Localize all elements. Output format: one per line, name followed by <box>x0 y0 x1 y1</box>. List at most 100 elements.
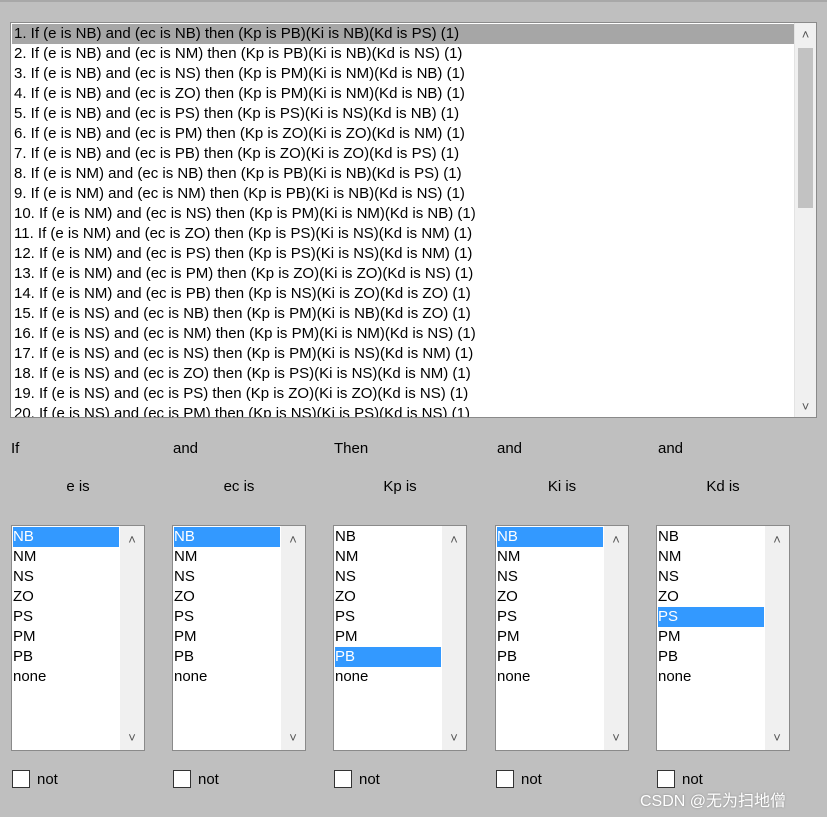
mf-option[interactable]: PM <box>13 627 119 647</box>
chevron-down-icon[interactable]: ˅ <box>120 726 144 748</box>
rule-item[interactable]: 8. If (e is NM) and (ec is NB) then (Kp … <box>12 164 795 184</box>
chevron-up-icon[interactable]: ˄ <box>795 23 816 45</box>
rule-item[interactable]: 2. If (e is NB) and (ec is NM) then (Kp … <box>12 44 795 64</box>
mf-option[interactable]: PM <box>658 627 764 647</box>
rule-list-scrollbar[interactable]: ˄ ˅ <box>794 23 816 417</box>
rule-item[interactable]: 9. If (e is NM) and (ec is NM) then (Kp … <box>12 184 795 204</box>
listbox-scrollbar[interactable]: ˄ ˅ <box>604 526 628 750</box>
mf-option[interactable]: NS <box>658 567 764 587</box>
mf-option[interactable]: PS <box>497 607 603 627</box>
mf-option[interactable]: ZO <box>497 587 603 607</box>
mf-option[interactable]: PM <box>174 627 280 647</box>
mf-option[interactable]: PS <box>658 607 764 627</box>
rule-item[interactable]: 19. If (e is NS) and (ec is PS) then (Kp… <box>12 384 795 404</box>
mf-option[interactable]: PB <box>13 647 119 667</box>
mf-option[interactable]: NB <box>174 527 280 547</box>
mf-option[interactable]: NS <box>13 567 119 587</box>
chevron-down-icon[interactable]: ˅ <box>795 395 816 417</box>
mf-option[interactable]: PS <box>13 607 119 627</box>
mf-option[interactable]: NM <box>497 547 603 567</box>
rule-item[interactable]: 10. If (e is NM) and (ec is NS) then (Kp… <box>12 204 795 224</box>
rule-item[interactable]: 11. If (e is NM) and (ec is ZO) then (Kp… <box>12 224 795 244</box>
mf-option[interactable]: PS <box>335 607 441 627</box>
mf-option[interactable]: NS <box>335 567 441 587</box>
mf-option[interactable]: ZO <box>13 587 119 607</box>
connector-and-1: and <box>173 440 199 457</box>
mf-option[interactable]: ZO <box>658 587 764 607</box>
chevron-up-icon[interactable]: ˄ <box>281 528 305 550</box>
mf-listbox-kd[interactable]: NB NM NS ZO PS PM PB none ˄ ˅ <box>656 525 790 751</box>
chevron-down-icon[interactable]: ˅ <box>604 726 628 748</box>
not-toggle-e[interactable]: not <box>12 768 58 790</box>
rule-item[interactable]: 6. If (e is NB) and (ec is PM) then (Kp … <box>12 124 795 144</box>
rule-item[interactable]: 13. If (e is NM) and (ec is PM) then (Kp… <box>12 264 795 284</box>
rule-list[interactable]: 1. If (e is NB) and (ec is NB) then (Kp … <box>10 22 817 418</box>
mf-option[interactable]: ZO <box>174 587 280 607</box>
mf-option[interactable]: NB <box>335 527 441 547</box>
not-label: not <box>198 770 219 788</box>
rule-item[interactable]: 17. If (e is NS) and (ec is NS) then (Kp… <box>12 344 795 364</box>
rule-item[interactable]: 14. If (e is NM) and (ec is PB) then (Kp… <box>12 284 795 304</box>
not-checkbox-ec[interactable] <box>173 770 191 788</box>
rule-item[interactable]: 5. If (e is NB) and (ec is PS) then (Kp … <box>12 104 795 124</box>
mf-option[interactable]: NM <box>13 547 119 567</box>
mf-option[interactable]: NB <box>658 527 764 547</box>
mf-option[interactable]: none <box>174 667 280 687</box>
mf-option[interactable]: NS <box>497 567 603 587</box>
rule-item[interactable]: 3. If (e is NB) and (ec is NS) then (Kp … <box>12 64 795 84</box>
mf-option[interactable]: PB <box>497 647 603 667</box>
mf-option[interactable]: ZO <box>335 587 441 607</box>
mf-option[interactable]: NM <box>174 547 280 567</box>
mf-option[interactable]: none <box>658 667 764 687</box>
mf-option[interactable]: PB <box>658 647 764 667</box>
listbox-scrollbar[interactable]: ˄ ˅ <box>120 526 144 750</box>
mf-option[interactable]: NM <box>335 547 441 567</box>
variable-label-kp: Kp is <box>383 478 417 495</box>
mf-list-items: NB NM NS ZO PS PM PB none <box>13 527 119 687</box>
mf-listbox-ki[interactable]: NB NM NS ZO PS PM PB none ˄ ˅ <box>495 525 629 751</box>
mf-option[interactable]: NB <box>497 527 603 547</box>
mf-list-items: NB NM NS ZO PS PM PB none <box>335 527 441 687</box>
chevron-down-icon[interactable]: ˅ <box>442 726 466 748</box>
chevron-up-icon[interactable]: ˄ <box>604 528 628 550</box>
not-toggle-kp[interactable]: not <box>334 768 380 790</box>
not-checkbox-ki[interactable] <box>496 770 514 788</box>
not-toggle-ki[interactable]: not <box>496 768 542 790</box>
not-checkbox-kd[interactable] <box>657 770 675 788</box>
chevron-up-icon[interactable]: ˄ <box>442 528 466 550</box>
mf-listbox-kp[interactable]: NB NM NS ZO PS PM PB none ˄ ˅ <box>333 525 467 751</box>
rule-item[interactable]: 4. If (e is NB) and (ec is ZO) then (Kp … <box>12 84 795 104</box>
rule-item[interactable]: 20. If (e is NS) and (ec is PM) then (Kp… <box>12 404 795 417</box>
chevron-down-icon[interactable]: ˅ <box>765 726 789 748</box>
rule-item[interactable]: 7. If (e is NB) and (ec is PB) then (Kp … <box>12 144 795 164</box>
listbox-scrollbar[interactable]: ˄ ˅ <box>765 526 789 750</box>
mf-option[interactable]: PM <box>335 627 441 647</box>
mf-listbox-e[interactable]: NB NM NS ZO PS PM PB none ˄ ˅ <box>11 525 145 751</box>
mf-option[interactable]: NB <box>13 527 119 547</box>
mf-option[interactable]: PM <box>497 627 603 647</box>
mf-option[interactable]: NS <box>174 567 280 587</box>
chevron-up-icon[interactable]: ˄ <box>120 528 144 550</box>
not-toggle-ec[interactable]: not <box>173 768 219 790</box>
mf-option[interactable]: NM <box>658 547 764 567</box>
rule-item[interactable]: 16. If (e is NS) and (ec is NM) then (Kp… <box>12 324 795 344</box>
listbox-scrollbar[interactable]: ˄ ˅ <box>442 526 466 750</box>
rule-item[interactable]: 15. If (e is NS) and (ec is NB) then (Kp… <box>12 304 795 324</box>
mf-option[interactable]: none <box>335 667 441 687</box>
chevron-up-icon[interactable]: ˄ <box>765 528 789 550</box>
not-label: not <box>521 770 542 788</box>
listbox-scrollbar[interactable]: ˄ ˅ <box>281 526 305 750</box>
mf-option[interactable]: none <box>13 667 119 687</box>
mf-option[interactable]: PS <box>174 607 280 627</box>
chevron-down-icon[interactable]: ˅ <box>281 726 305 748</box>
scrollbar-thumb[interactable] <box>798 48 813 208</box>
rule-item[interactable]: 12. If (e is NM) and (ec is PS) then (Kp… <box>12 244 795 264</box>
not-checkbox-e[interactable] <box>12 770 30 788</box>
not-checkbox-kp[interactable] <box>334 770 352 788</box>
rule-item[interactable]: 1. If (e is NB) and (ec is NB) then (Kp … <box>12 24 795 44</box>
mf-option[interactable]: PB <box>335 647 441 667</box>
rule-item[interactable]: 18. If (e is NS) and (ec is ZO) then (Kp… <box>12 364 795 384</box>
mf-option[interactable]: PB <box>174 647 280 667</box>
mf-listbox-ec[interactable]: NB NM NS ZO PS PM PB none ˄ ˅ <box>172 525 306 751</box>
mf-option[interactable]: none <box>497 667 603 687</box>
